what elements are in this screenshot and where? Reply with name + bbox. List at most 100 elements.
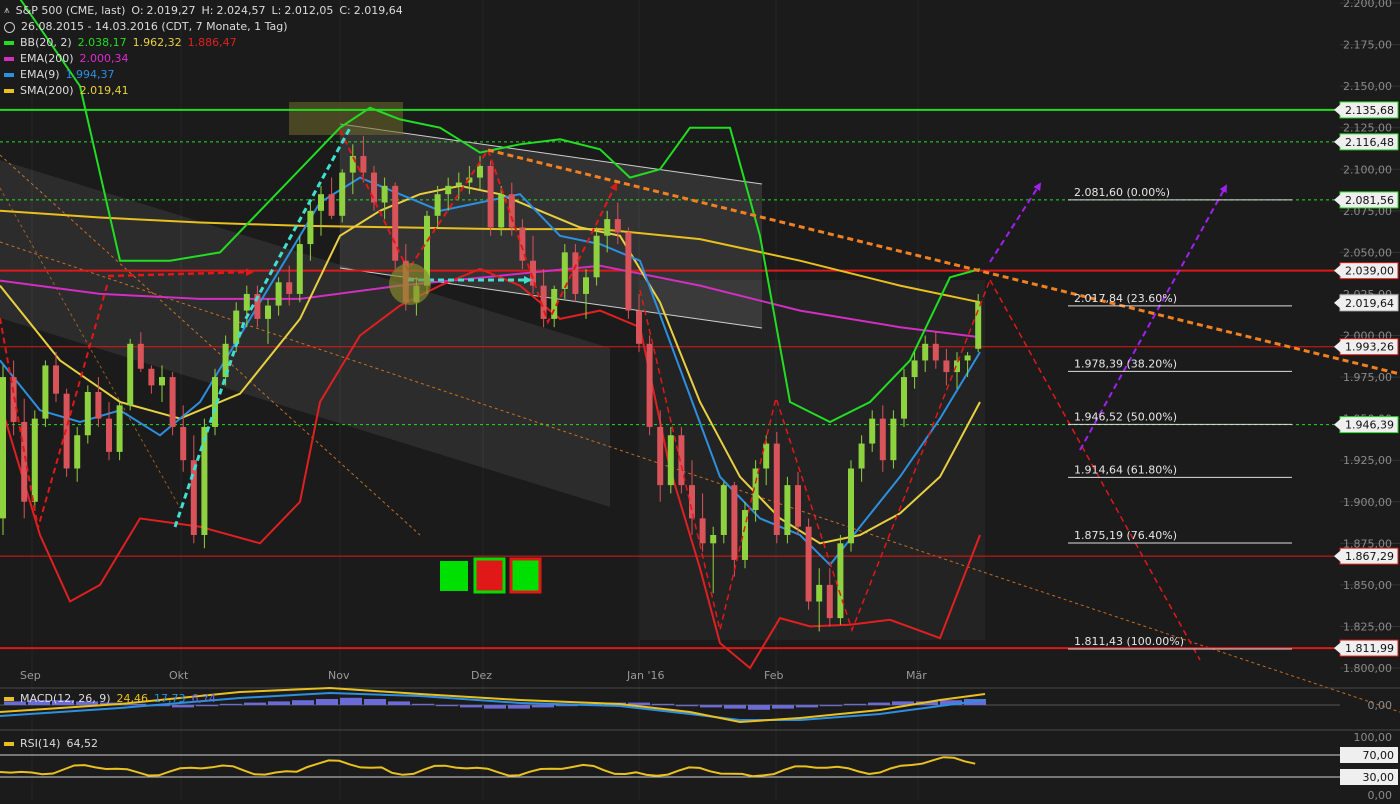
candle-body bbox=[434, 194, 441, 216]
price-tag: 1.946,39 bbox=[1334, 416, 1399, 434]
legend-swatch bbox=[4, 89, 14, 93]
candle-body bbox=[826, 584, 833, 619]
low-value: 2.012,05 bbox=[284, 4, 334, 17]
candle-body bbox=[869, 418, 876, 444]
date-range: 26.08.2015 - 14.03.2016 (CDT, 7 Monate, … bbox=[21, 20, 288, 33]
candle-body bbox=[901, 377, 907, 419]
macd-histogram-bar bbox=[532, 705, 554, 708]
candlestick bbox=[901, 368, 907, 427]
candlestick bbox=[848, 460, 854, 552]
candle-body bbox=[731, 485, 738, 560]
candle-body bbox=[699, 518, 706, 544]
macd-histogram-bar bbox=[436, 705, 458, 707]
candle-body bbox=[784, 485, 791, 535]
macd-value-1: 24,46 bbox=[116, 692, 149, 705]
close-label: C: bbox=[339, 4, 351, 17]
rsi-level-label: 0,00 bbox=[1368, 789, 1393, 800]
macd-value-2: 17,73 bbox=[154, 692, 186, 705]
candle-body bbox=[604, 219, 611, 236]
time-axis-label: Okt bbox=[169, 669, 189, 682]
legend-row: SMA(200) 2.019,41 bbox=[4, 83, 409, 99]
candle-body bbox=[201, 426, 208, 535]
macd-histogram-bar bbox=[652, 703, 674, 705]
candle-body bbox=[381, 185, 388, 203]
candlestick bbox=[890, 410, 897, 469]
candlestick bbox=[392, 182, 399, 269]
chart-stage: 2.081,60 (0.00%) 2.017,84 (23.60%) 1.978,3… bbox=[0, 0, 1400, 802]
legend-value: 1.886,47 bbox=[187, 36, 237, 49]
candlestick bbox=[720, 481, 727, 544]
macd-histogram-bar bbox=[484, 705, 506, 709]
low-label: L: bbox=[271, 4, 282, 17]
high-value: 2.024,57 bbox=[216, 4, 266, 17]
macd-value-3: 6,74 bbox=[191, 692, 217, 705]
legend-row: EMA(9) 1.994,37 bbox=[4, 67, 409, 83]
fib-level-label: 1.946,52 (50.00%) bbox=[1074, 410, 1177, 423]
candle-body bbox=[583, 277, 589, 294]
macd-histogram-bar bbox=[748, 705, 770, 710]
candle-body bbox=[307, 210, 314, 245]
candlestick bbox=[127, 338, 134, 411]
candlestick bbox=[784, 476, 791, 544]
macd-histogram-bar bbox=[268, 701, 290, 705]
price-axis-tick-label: 2.050,00 bbox=[1343, 246, 1392, 259]
legend-name: EMA(9) bbox=[20, 68, 60, 81]
legend-value: 1.994,37 bbox=[65, 68, 115, 81]
highlight-box bbox=[289, 102, 403, 135]
macd-histogram-bar bbox=[700, 705, 722, 708]
price-axis-tick-label: 1.900,00 bbox=[1343, 496, 1392, 509]
macd-histogram-bar bbox=[796, 705, 818, 708]
candle-body bbox=[710, 535, 717, 544]
rsi-swatch bbox=[4, 741, 14, 746]
price-tag: 2.081,56 bbox=[1334, 191, 1399, 209]
macd-histogram-bar bbox=[772, 705, 794, 709]
candle-body bbox=[720, 485, 727, 535]
close-value: 2.019,64 bbox=[353, 4, 403, 17]
candle-body bbox=[127, 343, 134, 406]
candle-body bbox=[339, 172, 346, 216]
candle-body bbox=[911, 360, 918, 378]
price-axis-tick-label: 2.150,00 bbox=[1343, 80, 1392, 93]
candle-body bbox=[773, 443, 780, 535]
macd-histogram-bar bbox=[868, 702, 890, 705]
macd-histogram-bar bbox=[412, 703, 434, 705]
price-axis-tick-label: 1.800,00 bbox=[1343, 662, 1392, 675]
price-tag-label: 2.019,64 bbox=[1345, 297, 1394, 310]
macd-histogram-bar bbox=[244, 702, 266, 705]
macd-histogram-bar bbox=[316, 699, 338, 705]
candle-body bbox=[169, 377, 176, 427]
candle-body bbox=[95, 392, 102, 419]
time-axis-label: Jan '16 bbox=[626, 669, 664, 682]
candle-body bbox=[805, 526, 812, 602]
chart-type-icon: ⩚ bbox=[4, 5, 10, 16]
candle-body bbox=[657, 426, 664, 486]
candle-body bbox=[975, 302, 982, 349]
candle-body bbox=[837, 543, 844, 619]
candlestick bbox=[0, 365, 6, 535]
macd-histogram-bar bbox=[364, 699, 386, 705]
price-axis-tick-label: 2.200,00 bbox=[1343, 0, 1392, 10]
candle-body bbox=[636, 310, 642, 344]
candle-body bbox=[21, 421, 28, 502]
price-axis-tick-label: 2.100,00 bbox=[1343, 163, 1392, 176]
candle-body bbox=[0, 377, 6, 519]
candle-body bbox=[795, 485, 801, 527]
fib-level-label: 1.978,39 (38.20%) bbox=[1074, 357, 1177, 370]
legend-value: 2.038,17 bbox=[77, 36, 127, 49]
candle-body bbox=[593, 235, 600, 278]
price-tag: 2.019,64 bbox=[1334, 294, 1399, 312]
candle-body bbox=[74, 435, 81, 469]
rsi-level-label: 100,00 bbox=[1354, 731, 1393, 744]
candle-body bbox=[42, 365, 49, 419]
candle-body bbox=[148, 368, 155, 386]
candle-body bbox=[816, 584, 823, 602]
candle-body bbox=[932, 343, 939, 361]
price-tag-label: 1.811,99 bbox=[1345, 642, 1394, 655]
candlestick bbox=[169, 372, 176, 436]
candle-body bbox=[890, 418, 897, 461]
candle-body bbox=[53, 365, 59, 394]
candle-body bbox=[445, 185, 452, 195]
legend-value: 1.962,32 bbox=[132, 36, 182, 49]
price-axis-tick-label: 1.925,00 bbox=[1343, 454, 1392, 467]
candle-body bbox=[371, 172, 377, 203]
